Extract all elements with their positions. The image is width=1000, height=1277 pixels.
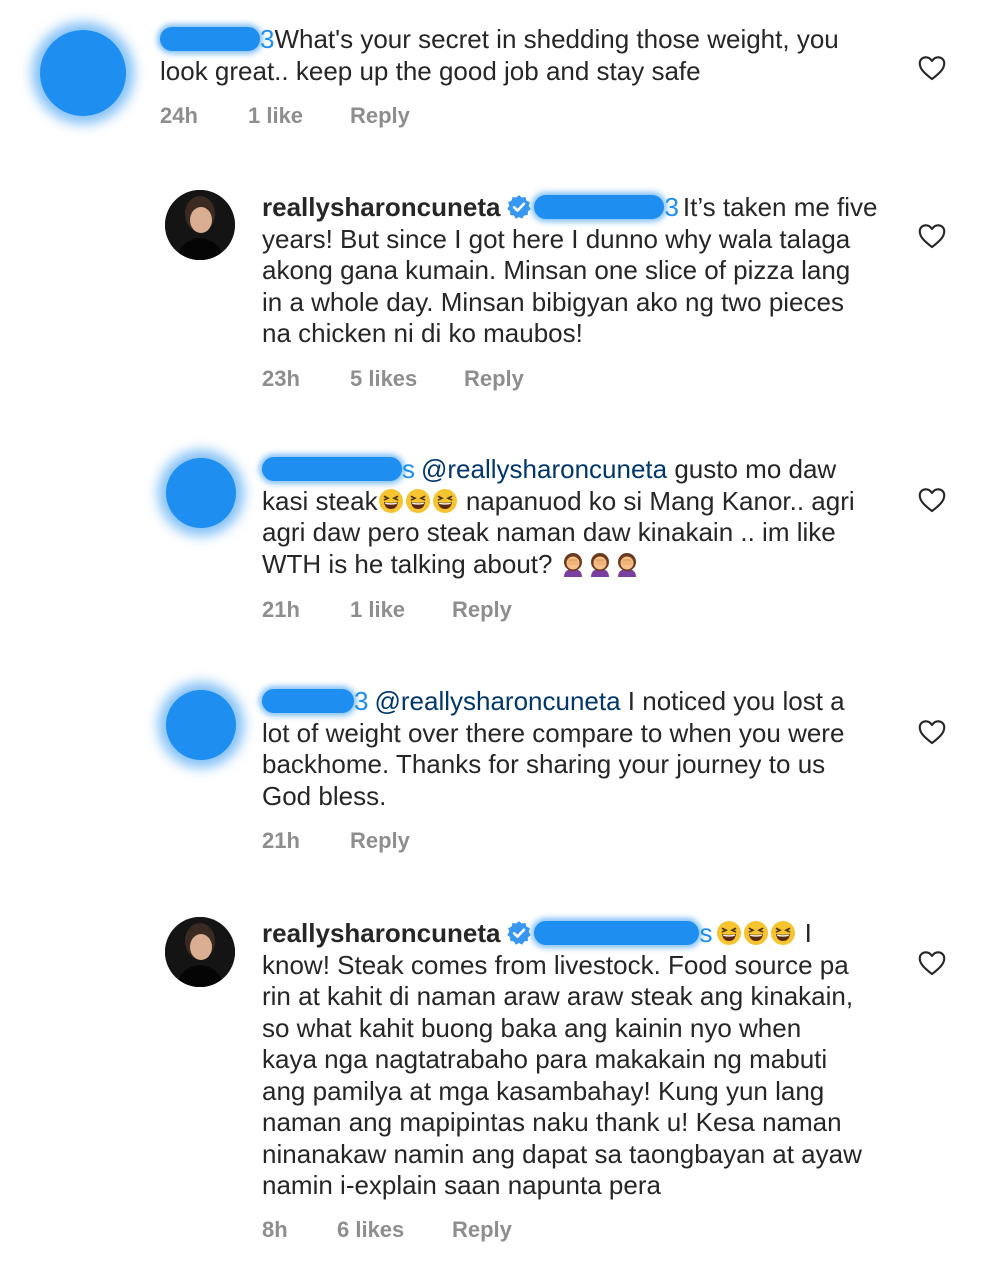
comment-line: akong gana kumain. Minsan one slice of p… — [262, 255, 851, 285]
timestamp: 8h — [262, 1217, 288, 1242]
comment-line: know! Steak comes from livestock. Food s… — [262, 949, 849, 980]
comment-line: It’s taken me five — [682, 192, 878, 222]
heart-outline-icon[interactable] — [918, 719, 946, 745]
mention-link[interactable]: @reallysharoncuneta — [421, 454, 667, 484]
grinning-squinting-face-emoji — [770, 920, 796, 946]
comment-line: ang pamilya at mga kasambahay! Kung yun … — [262, 1075, 825, 1106]
likes-count[interactable]: 1 like — [350, 597, 405, 623]
woman-facepalming-emoji — [614, 551, 640, 577]
redacted-username[interactable] — [534, 921, 700, 945]
avatar[interactable] — [165, 917, 235, 987]
comment-reply: 3 @reallysharoncuneta I noticed you lost … — [0, 660, 1000, 870]
comment-line: gusto mo daw — [674, 454, 837, 484]
comment-line: napanuod ko si Mang Kanor.. agri — [465, 485, 855, 516]
username-fragment: s — [402, 454, 415, 484]
username-fragment: 3 — [354, 686, 369, 716]
comment-line: namin i-explain saan napunta pera — [262, 1170, 661, 1200]
verified-badge-icon — [506, 920, 532, 946]
comment: 3What's your secret in shedding those we… — [0, 0, 1000, 140]
grinning-squinting-face-emoji — [432, 488, 458, 514]
grinning-squinting-face-emoji — [716, 920, 742, 946]
reply-button[interactable]: Reply — [350, 828, 410, 854]
comment-text: s @reallysharoncuneta gusto mo daw kasi s… — [262, 454, 902, 580]
comment-line: kasi steak — [262, 485, 378, 516]
redacted-username[interactable] — [262, 689, 354, 713]
reply-button[interactable]: Reply — [452, 597, 512, 623]
grinning-squinting-face-emoji — [743, 920, 769, 946]
comment-line: rin at kahit di naman araw araw steak an… — [262, 981, 854, 1011]
username-fragment: s — [699, 918, 713, 948]
comment-line: backhome. Thanks for sharing your journe… — [262, 749, 826, 779]
mention-link[interactable]: @reallysharoncuneta — [374, 686, 620, 716]
comment-line: ninanakaw namin ang dapat sa taongbayan … — [262, 1138, 862, 1169]
comment-line: in a whole day. Minsan bibigyan ako ng t… — [262, 286, 844, 317]
comment-line: so what kahit buong baka ang kainin nyo … — [262, 1012, 802, 1043]
comment-text: 3 @reallysharoncuneta I noticed you lost … — [262, 686, 902, 812]
comment-line: years! But since I got here I dunno why … — [262, 223, 851, 254]
comment-line: naman ang mapipintas naku thank u! Kesa … — [262, 1107, 842, 1137]
comment-line: I — [804, 918, 812, 948]
reply-button[interactable]: Reply — [464, 366, 524, 392]
redacted-username[interactable] — [160, 27, 260, 51]
grinning-squinting-face-emoji — [405, 488, 431, 514]
avatar[interactable] — [40, 30, 126, 116]
avatar[interactable] — [166, 690, 236, 760]
comment-line: agri daw pero steak naman daw kinakain .… — [262, 517, 836, 547]
woman-facepalming-emoji — [587, 551, 613, 577]
username[interactable]: reallysharoncuneta — [262, 918, 500, 948]
comment-line: kaya nga nagtatrabaho para makakain ng m… — [262, 1044, 828, 1074]
grinning-squinting-face-emoji — [378, 488, 404, 514]
comment-text: reallysharoncuneta 3 It’s taken me five ye… — [262, 192, 902, 350]
reply-button[interactable]: Reply — [350, 103, 410, 129]
likes-count[interactable]: 1 like — [248, 103, 303, 129]
timestamp: 21h — [262, 828, 300, 853]
comment-line: I noticed you lost a — [627, 686, 845, 716]
timestamp: 21h — [262, 597, 300, 622]
likes-count[interactable]: 5 likes — [350, 366, 417, 392]
heart-outline-icon[interactable] — [918, 950, 946, 976]
timestamp: 23h — [262, 366, 300, 391]
comment-text: 3What's your secret in shedding those we… — [160, 24, 900, 87]
comment-reply: reallysharoncuneta 3 It’s taken me five ye… — [0, 160, 1000, 400]
reply-button[interactable]: Reply — [452, 1217, 512, 1243]
comment-line: look great.. keep up the good job and st… — [160, 55, 701, 86]
username[interactable]: reallysharoncuneta — [262, 192, 500, 222]
comment-line: na chicken ni di ko maubos! — [262, 318, 583, 348]
heart-outline-icon[interactable] — [918, 55, 946, 81]
woman-facepalming-emoji — [560, 551, 586, 577]
redacted-username[interactable] — [534, 195, 665, 219]
redacted-username[interactable] — [262, 457, 402, 481]
verified-badge-icon — [506, 194, 532, 220]
avatar[interactable] — [165, 190, 235, 260]
heart-outline-icon[interactable] — [918, 487, 946, 513]
avatar[interactable] — [166, 458, 236, 528]
username-fragment: 3 — [260, 24, 275, 54]
comment-line: lot of weight over there compare to when… — [262, 717, 845, 748]
username-fragment: 3 — [664, 192, 679, 222]
timestamp: 24h — [160, 103, 198, 128]
comment-reply: s @reallysharoncuneta gusto mo daw kasi s… — [0, 420, 1000, 640]
comment-line: WTH is he talking about? — [262, 548, 553, 579]
comment-text: reallysharoncuneta s I know! Steak comes … — [262, 918, 902, 1202]
comment-reply: reallysharoncuneta s I know! Steak comes … — [0, 890, 1000, 1270]
likes-count[interactable]: 6 likes — [337, 1217, 404, 1243]
comment-line: God bless. — [262, 780, 387, 811]
heart-outline-icon[interactable] — [918, 223, 946, 249]
comment-line: What's your secret in shedding those wei… — [274, 24, 839, 54]
